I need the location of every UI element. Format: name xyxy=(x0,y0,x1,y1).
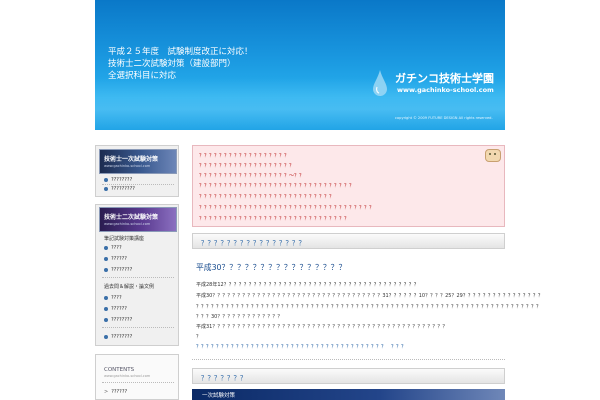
divider xyxy=(102,382,174,383)
section-header-title: ？？？？？？？？？？？？？？？？ xyxy=(201,239,305,247)
notice-box: ？？？？？？？？？？？？？？？？？？ ？？？？？？？？？？？？？？？？？？？ ？… xyxy=(192,145,505,227)
sidebar-link[interactable]: ???????? xyxy=(104,317,132,323)
first-exam-category-bar[interactable]: 一次試験対策 xyxy=(192,389,505,400)
site-logo-text[interactable]: ガチンコ技術士学園 xyxy=(395,70,494,86)
notice-line: ？？？？？？？？？？？？？？？？？？？ xyxy=(199,163,295,169)
page: 平成２５年度 試験制度改正に対応！ 技術士二次試験対策（建設部門） 全選択科目に… xyxy=(95,0,543,400)
sidebar-link[interactable]: ???????? xyxy=(104,177,132,183)
bullet-icon xyxy=(104,317,108,322)
bullet-icon xyxy=(104,256,108,261)
bullet-icon xyxy=(104,177,108,182)
bullet-icon xyxy=(104,267,108,272)
sidebar-section-heading: 過去問＆解説・論文例 xyxy=(104,284,155,290)
bullet-icon xyxy=(104,186,108,191)
sidebar-link[interactable]: ???????? xyxy=(104,267,132,273)
header-line-2: 技術士二次試験対策（建設部門） xyxy=(108,59,236,69)
bullet-icon xyxy=(104,306,108,311)
bullet-icon xyxy=(104,295,108,300)
sidebar-box-first-exam: 技術士一次試験対策 www.gachinko-school.com ??????… xyxy=(95,145,179,197)
sidebar-link[interactable]: ?????? xyxy=(104,256,127,262)
section-header-secondary: ？？？？？？？ xyxy=(192,368,505,384)
section-header-title: ？？？？？？？ xyxy=(201,374,247,382)
notice-line: ？？？？？？？？？？？？？？？？？？？？？？？？？？？？？？ xyxy=(199,216,350,222)
first-exam-banner-title: 技術士一次試験対策 xyxy=(104,156,159,163)
article-paragraph: 平成28年12？？？？？？？？？？？？？？？？？？？？？？？？？？？？？？？？？… xyxy=(196,282,419,288)
category-bar-label: 一次試験対策 xyxy=(202,393,236,399)
notice-line: ？？？？？？？？？？？？？？？？？？ xyxy=(199,153,290,159)
sidebar-section-heading: 筆記試験対策講座 xyxy=(104,236,145,242)
notice-line: ？？？？？？？？？？？？？？？？？？？？？？？？？？？？？？？？？？？ xyxy=(199,205,375,211)
sidebar-link[interactable]: ?????? xyxy=(104,306,127,312)
divider xyxy=(192,359,505,360)
section-header-news: ？？？？？？？？？？？？？？？？ xyxy=(192,233,505,249)
notice-line: ？？？？？？？？？？？？？？？？？？？？？？？？？？？？？？？ xyxy=(199,183,355,189)
article-paragraph: ？？？30？？？？？？？？？？？？？ xyxy=(196,314,283,320)
article-link[interactable]: ？？？？？？？？？？？？？？？？？？？？？？？？？？？？？？？？？？？？？？ ？… xyxy=(196,343,406,350)
second-exam-banner[interactable]: 技術士二次試験対策 www.gachinko-school.com xyxy=(99,207,177,232)
notice-line: ？？？？？？？？？？？？？？？？？？〜？？ xyxy=(199,173,305,179)
sidebar-link[interactable]: ???????? xyxy=(104,334,132,340)
bullet-icon xyxy=(104,245,108,250)
sidebar-box-second-exam: 技術士二次試験対策 www.gachinko-school.com 筆記試験対策… xyxy=(95,204,179,346)
sidebar-box-contents: CONTENTS www.gachinko-school.com >?????? xyxy=(95,354,179,400)
article-paragraph: 平成30？？？？？？？？？？？？？？？？？？？？？？？？？？？？？？？？？？31… xyxy=(196,293,543,299)
water-drop-icon xyxy=(373,70,387,96)
article-paragraph: ？？？？？？？？？？？？？？？？？？？？？？？？？？？？？？？？？？？？？？？？… xyxy=(196,304,542,310)
sidebar-link[interactable]: ???? xyxy=(104,295,122,301)
header-line-1: 平成２５年度 試験制度改正に対応！ xyxy=(108,47,253,57)
sidebar-link[interactable]: ???? xyxy=(104,245,122,251)
divider xyxy=(102,327,174,328)
first-exam-banner[interactable]: 技術士一次試験対策 www.gachinko-school.com xyxy=(99,149,177,174)
bullet-icon xyxy=(104,334,108,339)
first-exam-banner-sub: www.gachinko-school.com xyxy=(104,164,151,168)
site-header: 平成２５年度 試験制度改正に対応！ 技術士二次試験対策（建設部門） 全選択科目に… xyxy=(95,0,505,130)
header-line-3: 全選択科目に対応 xyxy=(108,71,177,81)
header-copyright: copyright © 2009 FUTURE DESIGN All right… xyxy=(395,116,493,120)
second-exam-banner-title: 技術士二次試験対策 xyxy=(104,214,159,221)
divider xyxy=(102,184,174,185)
article-paragraph: 平成31？？？？？？？？？？？？？？？？？？？？？？？？？？？？？？？？？？？？… xyxy=(196,324,448,330)
mascot-icon xyxy=(485,149,501,162)
sidebar-link[interactable]: >?????? xyxy=(104,389,127,395)
site-url: www.gachinko-school.com xyxy=(397,86,494,94)
sidebar-link[interactable]: ????????? xyxy=(104,186,135,192)
contents-title: CONTENTS xyxy=(104,367,135,373)
second-exam-banner-sub: www.gachinko-school.com xyxy=(104,222,151,226)
notice-line: ？？？？？？？？？？？？？？？？？？？？？？？？？？？ xyxy=(199,194,335,200)
contents-sub: www.gachinko-school.com xyxy=(104,374,151,378)
article-paragraph: ？ xyxy=(196,334,202,340)
divider xyxy=(102,277,174,278)
article-title[interactable]: 平成30？？？？？？？？？？？？？？？？ xyxy=(196,262,346,273)
chevron-right-icon: > xyxy=(104,389,109,395)
